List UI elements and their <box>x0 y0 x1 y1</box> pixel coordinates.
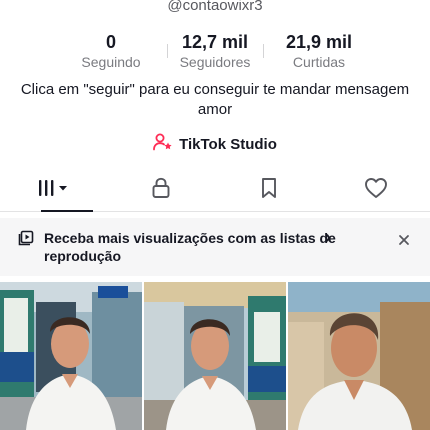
stat-likes-label: Curtidas <box>292 54 346 70</box>
close-icon[interactable] <box>398 233 410 251</box>
playlist-promo-banner[interactable]: Receba mais visualizações com as listas … <box>0 218 430 276</box>
profile-stats: 0 Seguindo 12,7 mil Seguidores 21,9 mil … <box>0 32 430 71</box>
stat-following[interactable]: 0 Seguindo <box>55 32 167 71</box>
profile-handle: @contaowixr3 <box>167 0 263 14</box>
profile-tabs <box>0 170 430 212</box>
playlist-icon <box>18 230 34 251</box>
grid-icon <box>37 178 71 203</box>
bookmark-icon <box>260 177 278 204</box>
stat-following-label: Seguindo <box>81 54 141 70</box>
tiktok-studio-label: TikTok Studio <box>179 136 277 153</box>
stat-followers-value: 12,7 mil <box>181 32 249 52</box>
banner-text: Receba mais visualizações com as listas … <box>44 229 364 265</box>
chevron-right-icon: › <box>325 227 331 247</box>
stat-followers[interactable]: 12,7 mil Seguidores <box>167 32 263 71</box>
video-thumbnail[interactable] <box>0 282 142 430</box>
video-thumbnail[interactable] <box>288 282 430 430</box>
heart-icon <box>364 177 388 204</box>
banner-message: Receba mais visualizações com as listas … <box>44 230 336 264</box>
person-star-icon <box>153 133 173 156</box>
tab-liked[interactable] <box>323 170 430 211</box>
tiktok-studio-button[interactable]: TikTok Studio <box>0 133 430 156</box>
stat-likes[interactable]: 21,9 mil Curtidas <box>263 32 375 71</box>
stat-following-value: 0 <box>105 32 116 52</box>
profile-bio: Clica em "seguir" para eu conseguir te m… <box>20 81 410 118</box>
video-thumbnail[interactable] <box>144 282 286 430</box>
tab-saved[interactable] <box>215 170 323 211</box>
tab-private[interactable] <box>108 170 216 211</box>
stat-likes-value: 21,9 mil <box>285 32 353 52</box>
tab-videos[interactable] <box>0 170 108 212</box>
stat-followers-label: Seguidores <box>179 54 251 70</box>
lock-icon <box>151 177 171 204</box>
video-grid <box>0 282 430 430</box>
